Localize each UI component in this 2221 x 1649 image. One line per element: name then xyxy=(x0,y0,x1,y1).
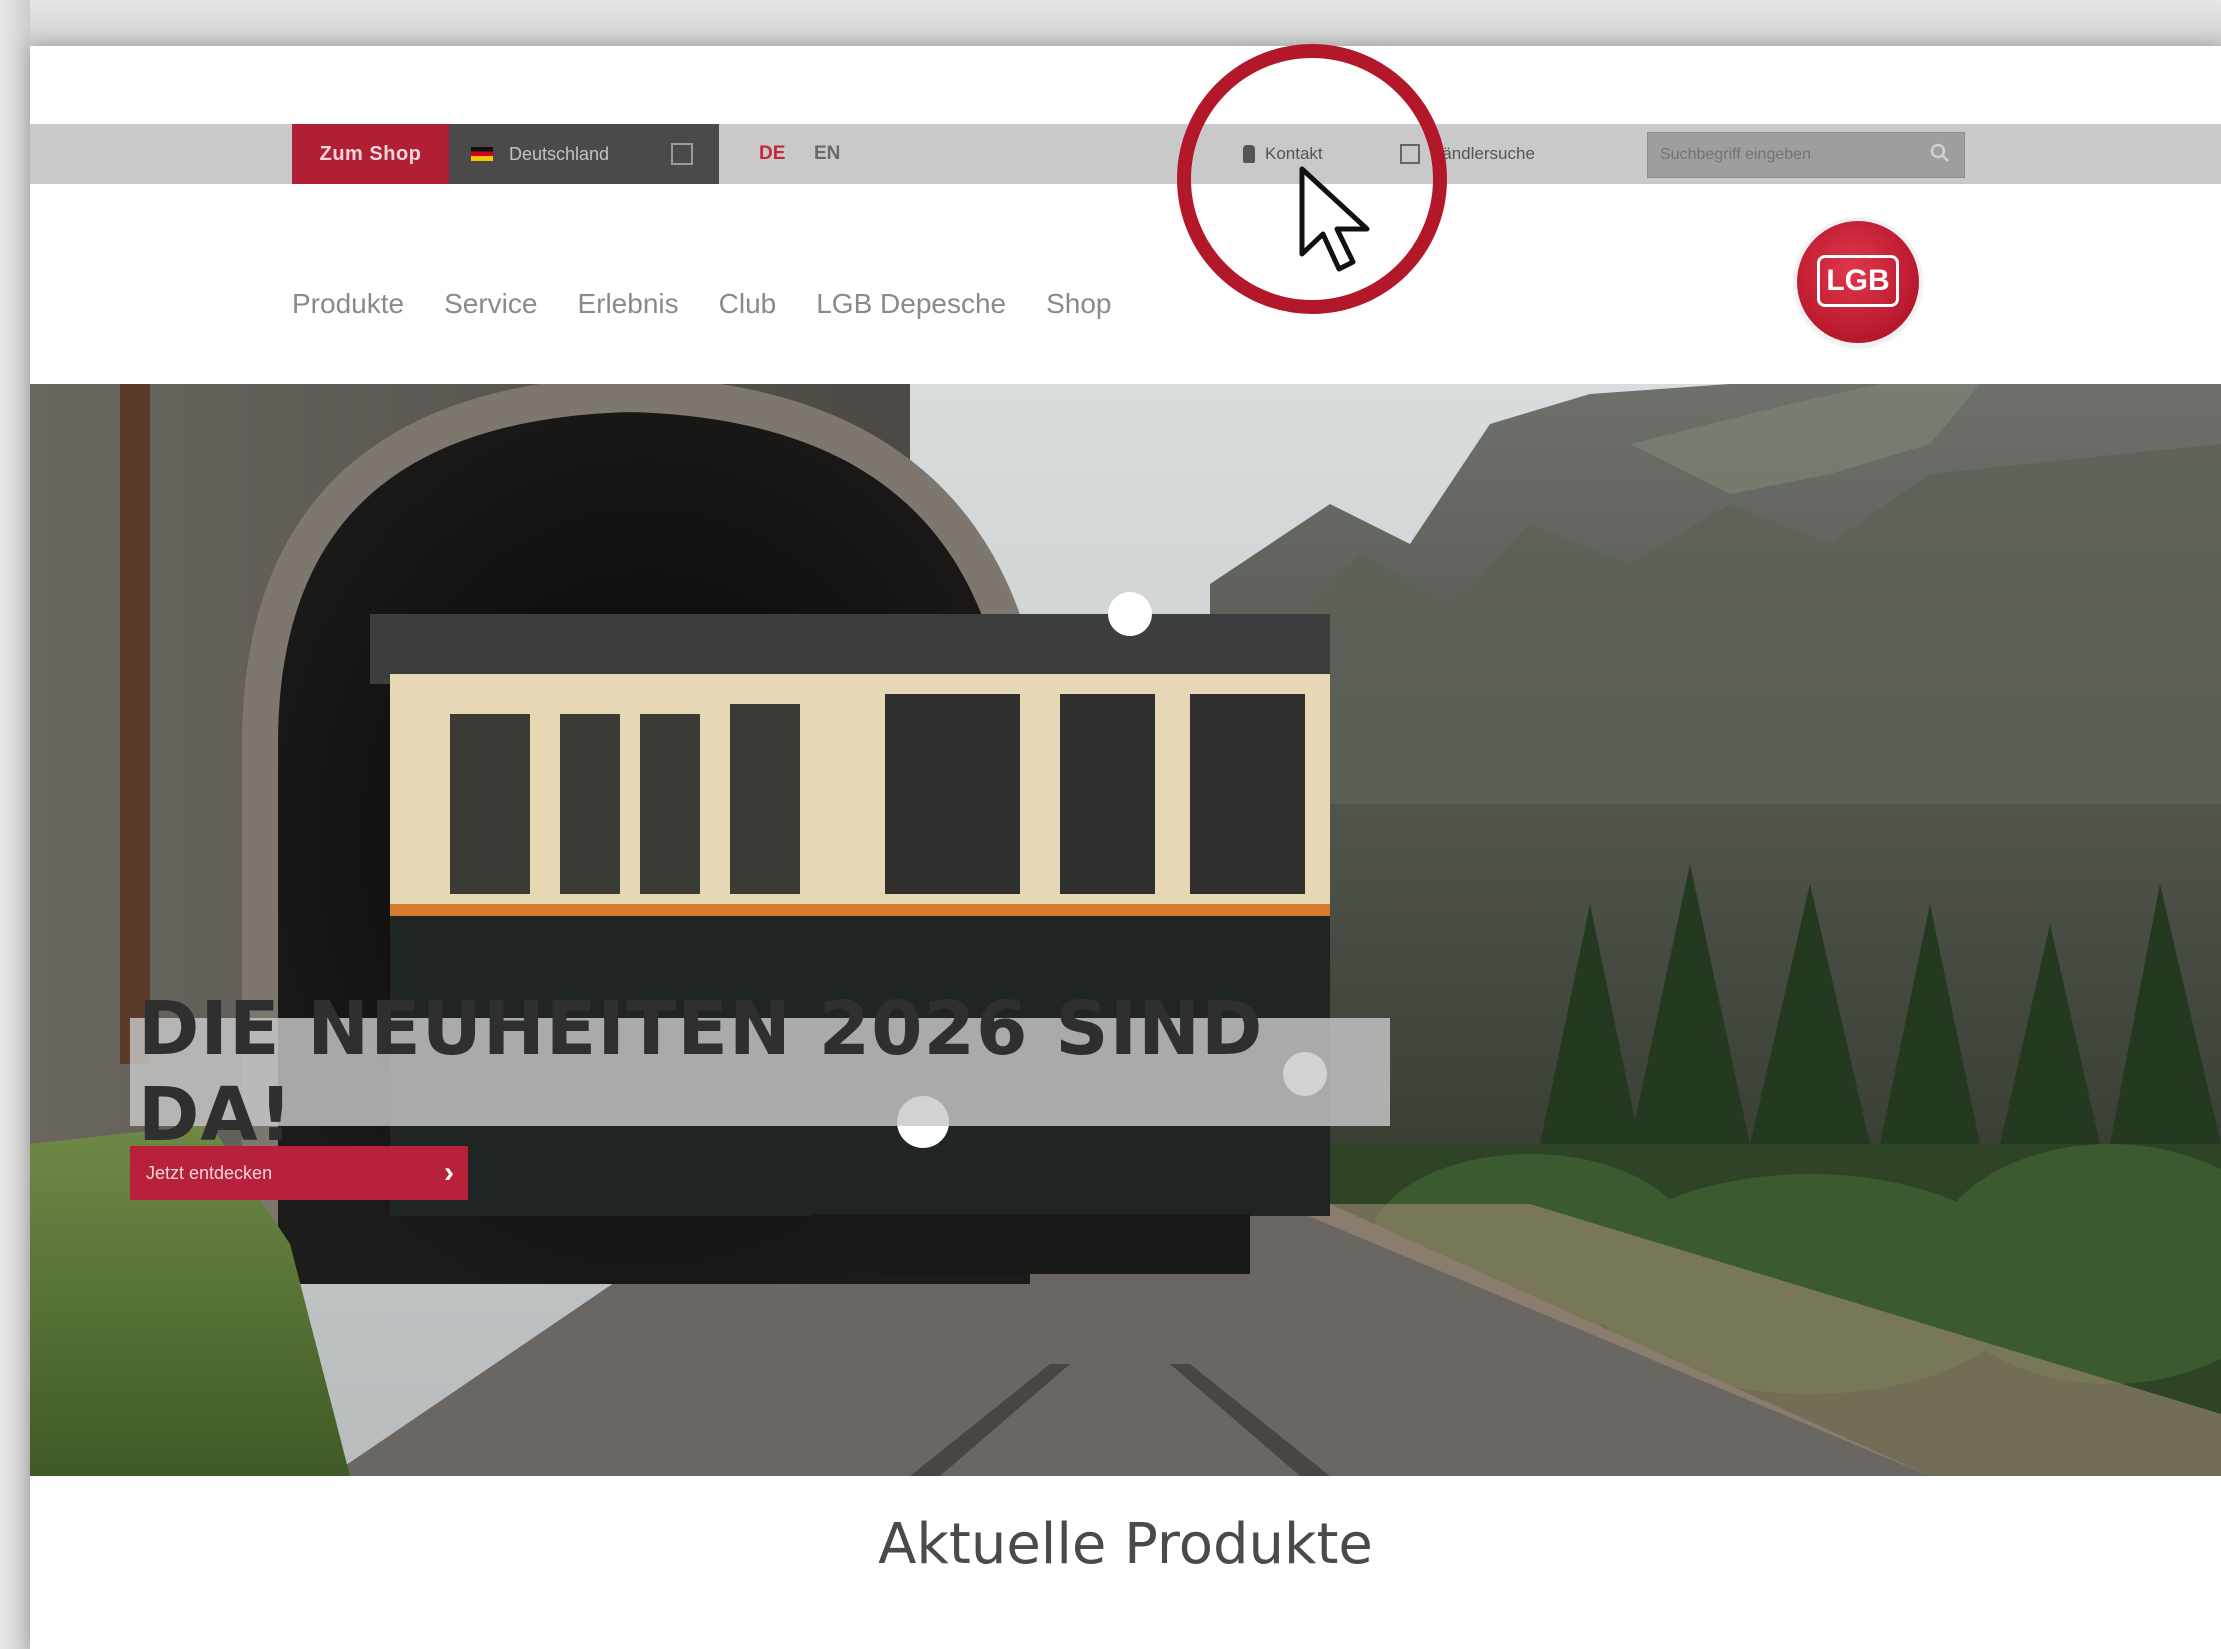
section-title: Aktuelle Produkte xyxy=(878,1512,1373,1577)
photo-frame-left xyxy=(0,0,30,1649)
nav-item-service[interactable]: Service xyxy=(444,288,537,320)
nav-item-shop[interactable]: Shop xyxy=(1046,288,1111,320)
shop-button[interactable]: Zum Shop xyxy=(292,124,449,184)
lgb-logo[interactable]: LGB xyxy=(1797,221,1919,343)
dropdown-icon xyxy=(671,143,693,165)
search-input[interactable] xyxy=(1648,133,1910,177)
nav-item-erlebnis[interactable]: Erlebnis xyxy=(577,288,678,320)
search-icon[interactable] xyxy=(1930,143,1950,163)
nav-item-produkte[interactable]: Produkte xyxy=(292,288,404,320)
country-label: Deutschland xyxy=(509,143,610,164)
nav-item-club[interactable]: Club xyxy=(719,288,777,320)
browser-page: Zum Shop Deutschland DE EN Kontakt Händl… xyxy=(30,46,2221,1649)
logo-text: LGB xyxy=(1817,255,1899,307)
search-box xyxy=(1647,132,1965,178)
main-navigation: Produkte Service Erlebnis Club LGB Depes… xyxy=(292,282,1112,326)
language-de[interactable]: DE xyxy=(759,124,785,184)
discover-button-label: Jetzt entdecken xyxy=(146,1162,273,1183)
discover-button[interactable]: Jetzt entdecken › xyxy=(130,1146,468,1200)
hero-banner[interactable] xyxy=(30,384,2221,1476)
nav-item-lgb-depesche[interactable]: LGB Depesche xyxy=(816,288,1006,320)
germany-flag-icon xyxy=(471,147,493,161)
train xyxy=(370,592,1330,1274)
cursor-arrow-icon xyxy=(1299,166,1370,272)
hero-headline: DIE NEUHEITEN 2026 SIND DA! xyxy=(130,986,1390,1158)
hero-image xyxy=(30,384,2221,1476)
country-selector[interactable]: Deutschland xyxy=(449,124,719,184)
photo-frame-top xyxy=(0,0,2221,46)
language-en[interactable]: EN xyxy=(814,124,840,184)
chevron-right-icon: › xyxy=(444,1156,454,1189)
